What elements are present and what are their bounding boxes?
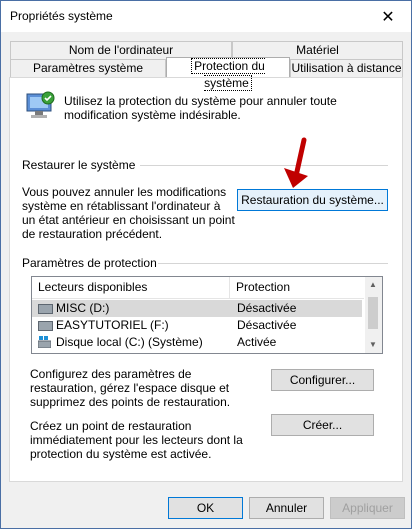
- drive-icon: [38, 304, 53, 314]
- red-arrow-annotation: [284, 137, 308, 188]
- window-title: Propriétés système: [10, 9, 113, 23]
- drive-name: EASYTUTORIEL (F:): [56, 318, 169, 332]
- drive-name: MISC (D:): [56, 301, 110, 315]
- apply-button[interactable]: Appliquer: [330, 497, 405, 519]
- scroll-thumb[interactable]: [368, 297, 378, 329]
- configure-text: Configurez des paramètres de restauratio…: [30, 367, 231, 409]
- protection-group-label: Paramètres de protection: [22, 256, 157, 270]
- close-icon: ✕: [381, 8, 395, 26]
- system-protection-panel: Utilisez la protection du système pour a…: [9, 77, 403, 482]
- close-button[interactable]: ✕: [365, 1, 411, 32]
- drive-protection-status: Désactivée: [237, 318, 297, 332]
- drive-name: Disque local (C:) (Système): [56, 335, 203, 349]
- intro-text: Utilisez la protection du système pour a…: [64, 94, 337, 122]
- tab-system-protection[interactable]: Protection du système: [166, 57, 290, 91]
- drive-row[interactable]: Disque local (C:) (Système) Activée: [32, 334, 362, 351]
- drive-row[interactable]: EASYTUTORIEL (F:) Désactivée: [32, 317, 362, 334]
- restore-description: Vous pouvez annuler les modifications sy…: [22, 185, 235, 241]
- configure-button[interactable]: Configurer...: [271, 369, 374, 391]
- drive-row[interactable]: MISC (D:) Désactivée: [32, 300, 362, 317]
- tab-advanced[interactable]: Paramètres système avancés: [10, 59, 166, 92]
- drive-icon: [38, 321, 53, 331]
- scroll-up-icon[interactable]: ▲: [369, 280, 377, 289]
- restore-group-label: Restaurer le système: [22, 158, 136, 172]
- drive-protection-status: Activée: [237, 335, 277, 349]
- tab-remote[interactable]: Utilisation à distance: [290, 59, 403, 77]
- restore-group-divider: [140, 165, 388, 166]
- title-bar: Propriétés système ✕: [1, 1, 411, 32]
- protection-group-divider: [158, 263, 388, 264]
- ok-button[interactable]: OK: [168, 497, 243, 519]
- system-restore-button[interactable]: Restauration du système...: [237, 189, 388, 211]
- column-header-drives[interactable]: Lecteurs disponibles: [32, 277, 230, 299]
- list-scrollbar[interactable]: ▲ ▼: [365, 277, 382, 353]
- column-header-protection[interactable]: Protection: [230, 277, 364, 299]
- drive-protection-status: Désactivée: [237, 301, 297, 315]
- create-text: Créez un point de restauration immédiate…: [30, 419, 243, 461]
- scroll-down-icon[interactable]: ▼: [369, 340, 377, 349]
- system-drive-icon: [37, 336, 52, 349]
- create-button[interactable]: Créer...: [271, 414, 374, 436]
- system-protection-icon: [23, 90, 57, 122]
- system-properties-window: Propriétés système ✕ Nom de l'ordinateur…: [0, 0, 412, 529]
- drives-list[interactable]: Lecteurs disponibles Protection MISC (D:…: [31, 276, 383, 354]
- cancel-button[interactable]: Annuler: [249, 497, 324, 519]
